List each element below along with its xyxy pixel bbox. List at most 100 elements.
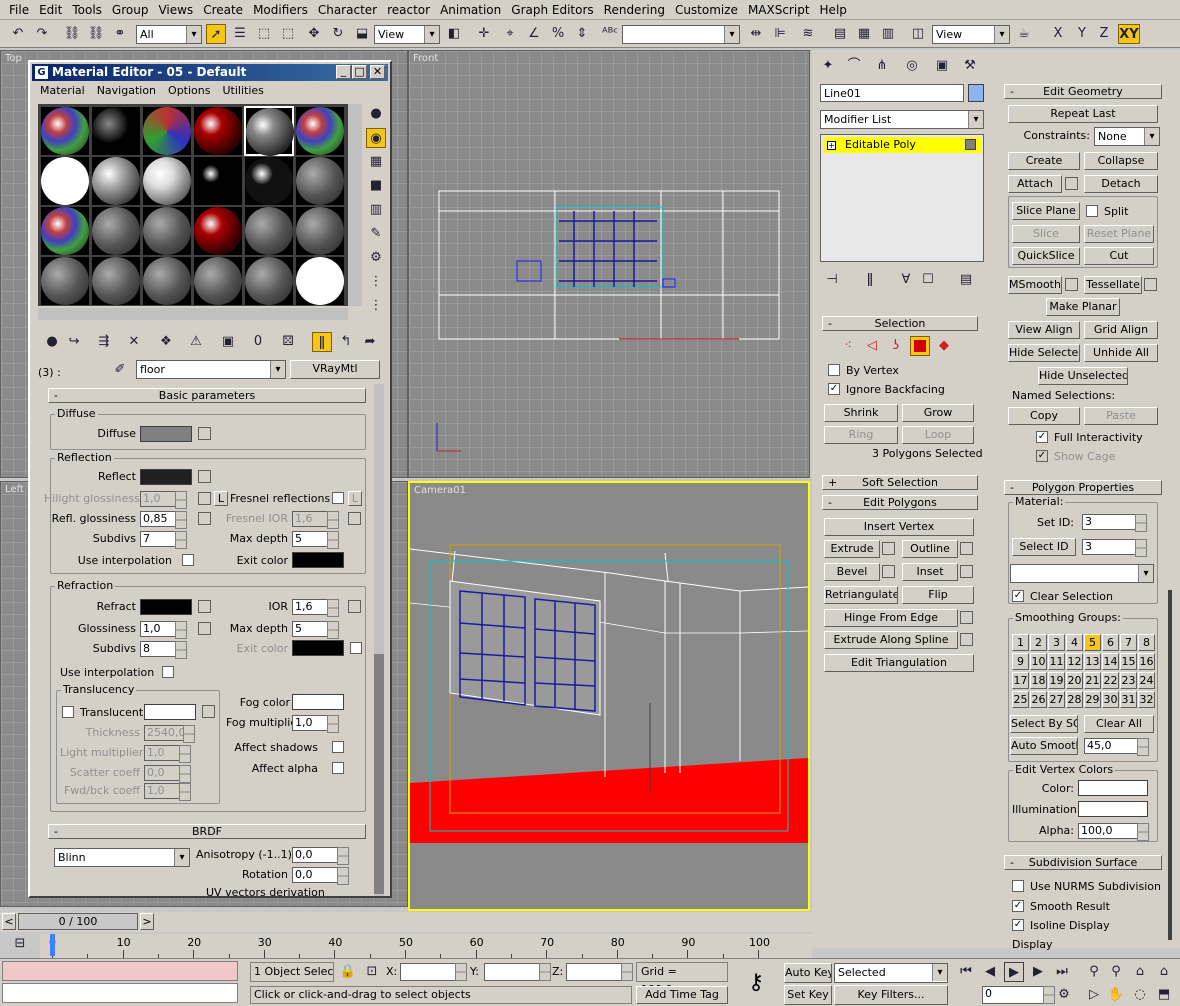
key-filters-button[interactable]: Key Filters... [834,985,948,1005]
material-type-button[interactable]: VRayMtl [290,360,380,379]
extrude-along-spline-button[interactable]: Extrude Along Spline [824,631,958,649]
close-icon[interactable]: ✕ [370,65,385,79]
outline-button[interactable]: Outline [902,540,958,558]
material-sample-slot[interactable] [295,156,345,206]
menu-item-tools[interactable]: Tools [67,3,107,17]
smoothing-group-25[interactable]: 25 [1012,691,1029,708]
menu-item-views[interactable]: Views [153,3,198,17]
smoothing-group-3[interactable]: 3 [1048,634,1065,651]
redo-icon[interactable]: ↷ [32,24,52,44]
select-id-button[interactable]: Select ID [1012,538,1076,556]
smoothing-group-16[interactable]: 16 [1138,653,1155,670]
retriangulate-button[interactable]: Retriangulate [824,586,898,604]
material-sample-slot[interactable] [193,106,243,156]
rotation-spinner[interactable]: 0,0 [292,867,349,885]
material-sample-slot[interactable] [295,206,345,256]
assign-material-icon[interactable]: ⇶ [94,332,114,352]
tessellate-button[interactable]: Tessellate [1084,276,1142,294]
constraints-dropdown[interactable]: None [1094,127,1160,146]
stack-item-editable-poly[interactable]: Editable Poly [823,137,981,153]
smoothing-group-23[interactable]: 23 [1120,672,1137,689]
next-frame-icon[interactable]: ▶ [1028,962,1048,982]
menu-item-animation[interactable]: Animation [435,3,506,17]
maxscript-output-field[interactable] [2,983,238,1003]
material-sample-slot[interactable] [142,156,192,206]
ignore-backfacing-checkbox[interactable]: ✓ [828,383,840,395]
material-sample-slot[interactable] [193,206,243,256]
refr-use-interp-checkbox[interactable] [162,666,174,678]
fresnel-ior-map-button[interactable] [348,512,361,525]
go-forward-sibling-icon[interactable]: ➦ [360,332,380,352]
unlink-icon[interactable]: ⛓ [86,24,106,44]
undo-icon[interactable]: ↶ [8,24,28,44]
menu-item-create[interactable]: Create [198,3,248,17]
illumination-color-swatch[interactable] [1078,801,1148,817]
diffuse-map-button[interactable] [198,427,211,440]
material-sample-slot[interactable] [193,156,243,206]
edit-named-sel-icon[interactable]: ᴬᴮᶜ [600,24,620,44]
params-scrollbar[interactable] [374,384,384,896]
exit-color-swatch[interactable] [292,552,344,568]
hide-unselected-button[interactable]: Hide Unselected [1038,367,1128,385]
display-tab-icon[interactable]: ▣ [932,56,952,76]
window-crossing-icon[interactable]: ⬚ [278,24,298,44]
modifier-list-dropdown[interactable]: Modifier List [820,110,984,129]
vertex-subobject-icon[interactable]: ⁖ [838,336,858,356]
zoom-all-icon[interactable]: ⚲ [1106,962,1126,982]
material-sample-slot[interactable] [40,206,90,256]
subdivision-surface-rollout[interactable]: - Subdivision Surface [1004,855,1162,870]
fog-mult-spinner[interactable]: 1,0 [292,715,339,733]
thickness-spinner[interactable]: 2540,0 [144,725,195,743]
hilight-gloss-map-button[interactable] [198,492,211,505]
menu-item-rendering[interactable]: Rendering [599,3,670,17]
mirror-icon[interactable]: ⇹ [746,24,766,44]
maxscript-listener-field[interactable] [2,961,238,981]
smoothing-group-11[interactable]: 11 [1048,653,1065,670]
go-to-end-icon[interactable]: ⏭ [1052,962,1072,982]
zoom-extents-all-icon[interactable]: ⌂ [1154,962,1174,982]
element-subobject-icon[interactable]: ◆ [934,336,954,356]
create-tab-icon[interactable]: ✦ [818,56,838,76]
select-by-name-icon[interactable]: ☰ [230,24,250,44]
affect-alpha-checkbox[interactable] [332,762,344,774]
material-name-dropdown[interactable] [1010,564,1154,583]
diffuse-color-swatch[interactable] [140,426,192,442]
link-icon[interactable]: ⛓ [62,24,82,44]
menu-item-customize[interactable]: Customize [670,3,743,17]
configure-modifier-sets-icon[interactable]: ▤ [956,270,976,290]
ior-map-button[interactable] [348,600,361,613]
go-to-start-icon[interactable]: ⏮ [956,962,976,982]
material-sample-slot[interactable] [142,256,192,306]
bind-space-warp-icon[interactable]: ⚭ [110,24,130,44]
material-name-field[interactable]: floor [136,360,286,379]
select-object-icon[interactable]: ➚ [206,24,226,44]
hinge-from-edge-button[interactable]: Hinge From Edge [824,609,958,627]
collapse-button[interactable]: Collapse [1084,152,1158,170]
motion-tab-icon[interactable]: ◎ [902,56,922,76]
smoothing-group-26[interactable]: 26 [1030,691,1047,708]
make-copy-icon[interactable]: ❖ [156,332,176,352]
anisotropy-spinner[interactable]: 0,0 [292,847,349,865]
slots-vscrollbar[interactable] [348,104,362,306]
copy-button[interactable]: Copy [1008,407,1080,425]
reflect-map-button[interactable] [198,470,211,483]
play-icon[interactable]: ▶ [1004,962,1024,982]
fresnel-checkbox[interactable] [332,492,344,504]
hilight-lock-button[interactable]: L [214,491,228,506]
menu-item-character[interactable]: Character [313,3,382,17]
material-map-navigator-icon[interactable]: ⋮ [366,296,386,316]
set-key-icon[interactable]: ⚷ [736,965,776,1001]
select-rotate-icon[interactable]: ↻ [328,24,348,44]
smoothing-group-5[interactable]: 5 [1084,634,1101,651]
split-checkbox[interactable] [1086,205,1098,217]
full-interactivity-checkbox[interactable]: ✓ [1036,431,1048,443]
bevel-settings-icon[interactable] [882,565,895,578]
slots-hscrollbar[interactable] [38,308,348,320]
alpha-spinner[interactable]: 100,0 [1078,823,1149,841]
selection-lock-icon[interactable]: 🔒 [338,962,358,982]
field-of-view-icon[interactable]: ▷ [1084,985,1104,1005]
smoothing-group-6[interactable]: 6 [1102,634,1119,651]
get-material-icon[interactable]: ● [42,332,62,352]
smoothing-group-4[interactable]: 4 [1066,634,1083,651]
schematic-view-icon[interactable]: ▦ [854,24,874,44]
